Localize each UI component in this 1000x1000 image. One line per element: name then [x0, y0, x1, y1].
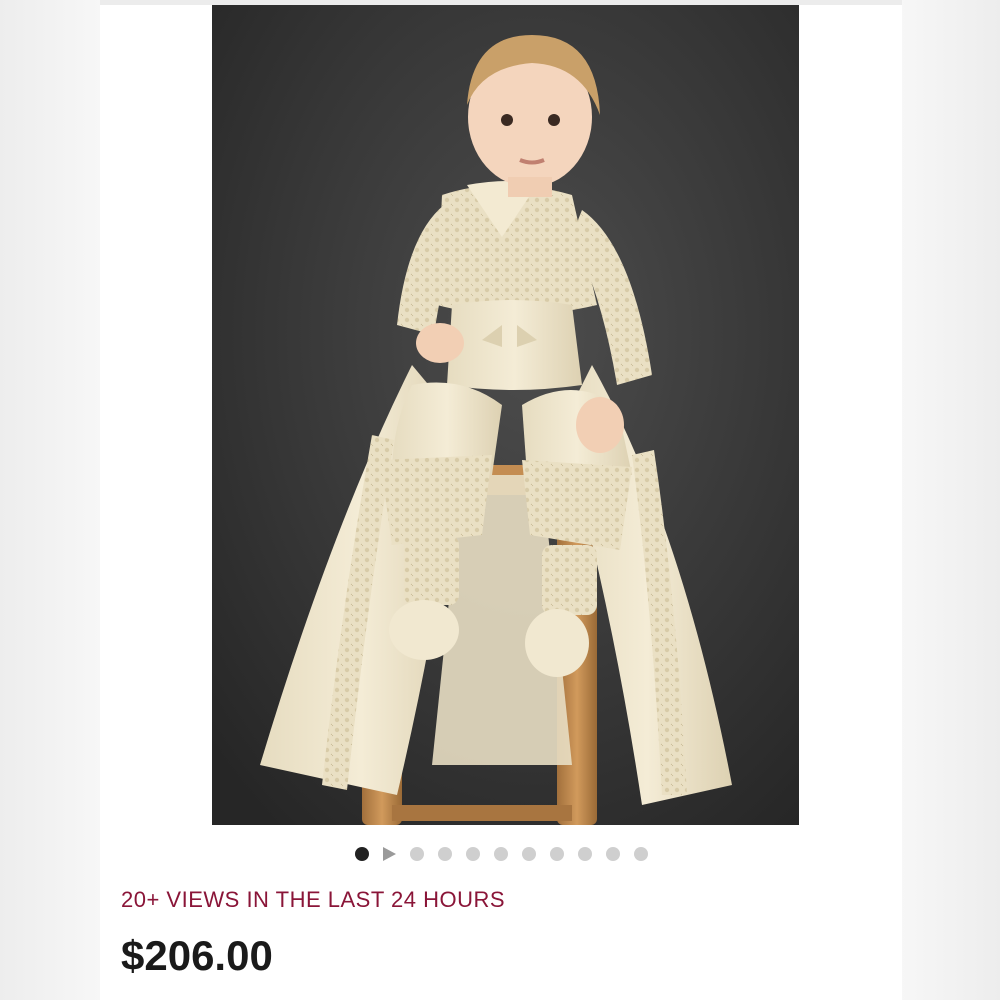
gallery-dot[interactable] — [493, 847, 508, 861]
gallery-dot[interactable] — [437, 847, 452, 861]
listing-card: 20+ VIEWS IN THE LAST 24 HOURS $206.00 — [100, 0, 902, 1000]
views-count-text: 20+ VIEWS IN THE LAST 24 HOURS — [121, 887, 506, 912]
gallery-dot[interactable] — [521, 847, 536, 861]
gallery-dot[interactable] — [549, 847, 564, 861]
gallery-dot[interactable] — [409, 847, 424, 861]
page-background: 20+ VIEWS IN THE LAST 24 HOURS $206.00 — [0, 0, 1000, 1000]
video-play-icon[interactable] — [382, 847, 396, 861]
product-illustration — [212, 5, 799, 825]
gallery-dot[interactable] — [465, 847, 480, 861]
product-photo[interactable] — [212, 5, 799, 825]
gallery-dot[interactable] — [605, 847, 620, 861]
gallery-dot[interactable] — [633, 847, 648, 861]
gallery-pagination — [100, 845, 902, 863]
price: $206.00 — [121, 932, 273, 979]
gallery-dot[interactable] — [577, 847, 592, 861]
gallery-dot-active[interactable] — [354, 847, 369, 861]
